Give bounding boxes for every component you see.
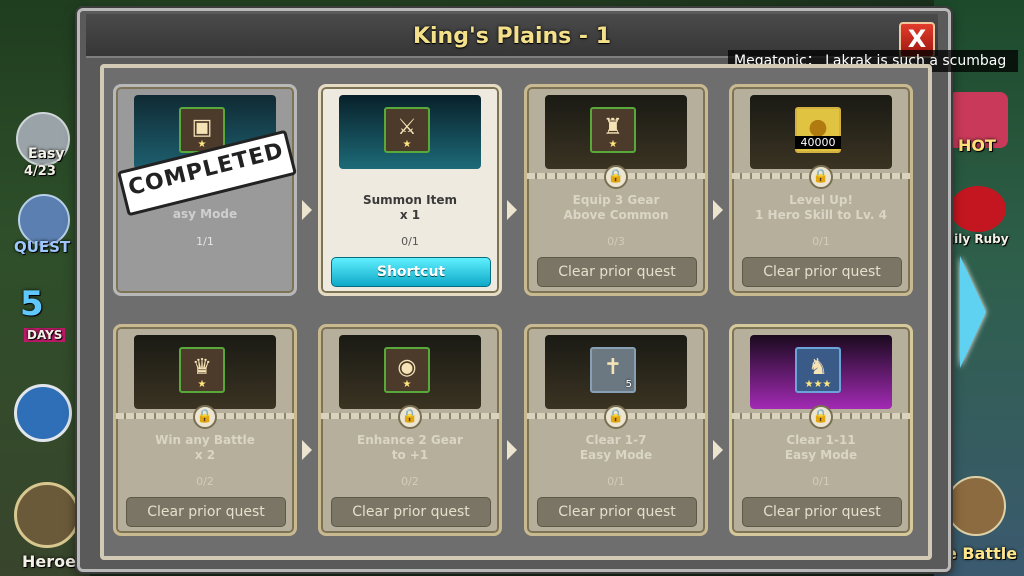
- quest-name: Summon Item x 1: [362, 193, 457, 222]
- item-stars: ★: [402, 379, 412, 390]
- cloak-icon: ♜ ★: [590, 107, 636, 153]
- quest-card[interactable]: ♞ ★★★ 🔒 Clear 1-11 Easy Mode 0/1 Clear prior q…: [729, 324, 913, 536]
- item-amount: 40000: [795, 136, 841, 149]
- battle-label: e Battle: [946, 544, 1018, 563]
- boot-icon: ♞ ★★★: [795, 347, 841, 393]
- clear-prior-quest-button[interactable]: Clear prior quest: [742, 497, 902, 527]
- item-glyph: ♜: [603, 115, 623, 140]
- lock-icon: 🔒: [398, 405, 422, 429]
- item-count: 5: [625, 379, 632, 390]
- quest-progress: 0/1: [812, 475, 830, 488]
- sequence-arrow: [302, 440, 312, 460]
- quest-progress: 0/1: [607, 475, 625, 488]
- clear-prior-quest-button[interactable]: Clear prior quest: [537, 257, 697, 287]
- quest-card[interactable]: ♛ ★ 🔒 Win any Battle x 2 0/2 Clear prior quest: [113, 324, 297, 536]
- quest-progress: 0/2: [401, 475, 419, 488]
- difficulty-label: Easy: [28, 146, 65, 162]
- next-page-arrow[interactable]: [960, 256, 986, 368]
- orb-icon: ◉ ★: [384, 347, 430, 393]
- clear-prior-quest-button[interactable]: Clear prior quest: [331, 497, 491, 527]
- item-glyph: ⚔: [397, 115, 417, 140]
- quest-progress: 0/2: [196, 475, 214, 488]
- quest-name: Clear 1-7 Easy Mode: [579, 433, 653, 462]
- quest-card[interactable]: ♜ ★ 🔒 Equip 3 Gear Above Common 0/3 Clear prio…: [524, 84, 708, 296]
- ranking-icon[interactable]: [14, 384, 72, 442]
- item-glyph: ♞: [808, 355, 828, 380]
- quest-card[interactable]: ⚔ ★ Summon Item x 1 0/1 Shortcut: [318, 84, 502, 296]
- quest-card[interactable]: ● 40000 🔒 Level Up! 1 Hero Skill to Lv. 4 0/1…: [729, 84, 913, 296]
- sequence-arrow: [713, 440, 723, 460]
- quest-card[interactable]: ✝ 5 🔒 Clear 1-7 Easy Mode 0/1 Clear prior ques…: [524, 324, 708, 536]
- battle-icon[interactable]: [946, 476, 1006, 536]
- item-glyph: ✝: [603, 355, 623, 380]
- lock-icon: 🔒: [604, 405, 628, 429]
- item-stars: ★★★: [804, 379, 832, 390]
- heroes-icon[interactable]: [14, 482, 80, 548]
- sequence-arrow: [507, 440, 517, 460]
- sequence-arrow: [302, 200, 312, 220]
- item-stars: ★: [402, 139, 412, 150]
- lock-icon: 🔒: [809, 165, 833, 189]
- quest-progress: 0/1: [812, 235, 830, 248]
- quest-name: Win any Battle x 2: [155, 433, 255, 462]
- lock-icon: 🔒: [809, 405, 833, 429]
- quest-card[interactable]: ◉ ★ 🔒 Enhance 2 Gear to +1 0/2 Clear prior que…: [318, 324, 502, 536]
- quest-progress: 0/1: [401, 235, 419, 248]
- quest-name: Equip 3 Gear Above Common: [563, 193, 669, 222]
- quest-label: QUEST: [14, 238, 71, 256]
- days-sub: DAYS: [24, 328, 66, 342]
- scroll-icon: ✝ 5: [590, 347, 636, 393]
- daily-ruby-icon[interactable]: [950, 186, 1006, 232]
- item-glyph: ◉: [397, 355, 417, 380]
- item-stars: ★: [608, 139, 618, 150]
- item-glyph: ▣: [191, 115, 213, 140]
- daily-ruby-label: aily Ruby: [946, 232, 1009, 246]
- quest-name: Clear 1-11 Easy Mode: [784, 433, 858, 462]
- sequence-arrow: [713, 200, 723, 220]
- item-stars: ★: [197, 379, 207, 390]
- clear-prior-quest-button[interactable]: Clear prior quest: [126, 497, 286, 527]
- item-glyph: ♛: [192, 355, 212, 380]
- clear-prior-quest-button[interactable]: Clear prior quest: [742, 257, 902, 287]
- gold-coin-icon: ● 40000: [795, 107, 841, 153]
- shortcut-button[interactable]: Shortcut: [331, 257, 491, 287]
- quest-name: Enhance 2 Gear to +1: [357, 433, 463, 462]
- difficulty-progress: 4/23: [24, 164, 56, 179]
- sequence-arrow: [507, 200, 517, 220]
- lock-icon: 🔒: [604, 165, 628, 189]
- quest-name: Level Up! 1 Hero Skill to Lv. 4: [755, 193, 887, 222]
- sword-icon: ⚔ ★: [384, 107, 430, 153]
- days-number: 5: [20, 284, 44, 324]
- lock-icon: 🔒: [193, 405, 217, 429]
- hot-label: HOT: [958, 136, 996, 155]
- chest-armor-icon: ♛ ★: [179, 347, 225, 393]
- clear-prior-quest-button[interactable]: Clear prior quest: [537, 497, 697, 527]
- heroes-label: Heroes: [22, 552, 86, 571]
- quest-progress: 1/1: [196, 235, 214, 248]
- quest-progress: 0/3: [607, 235, 625, 248]
